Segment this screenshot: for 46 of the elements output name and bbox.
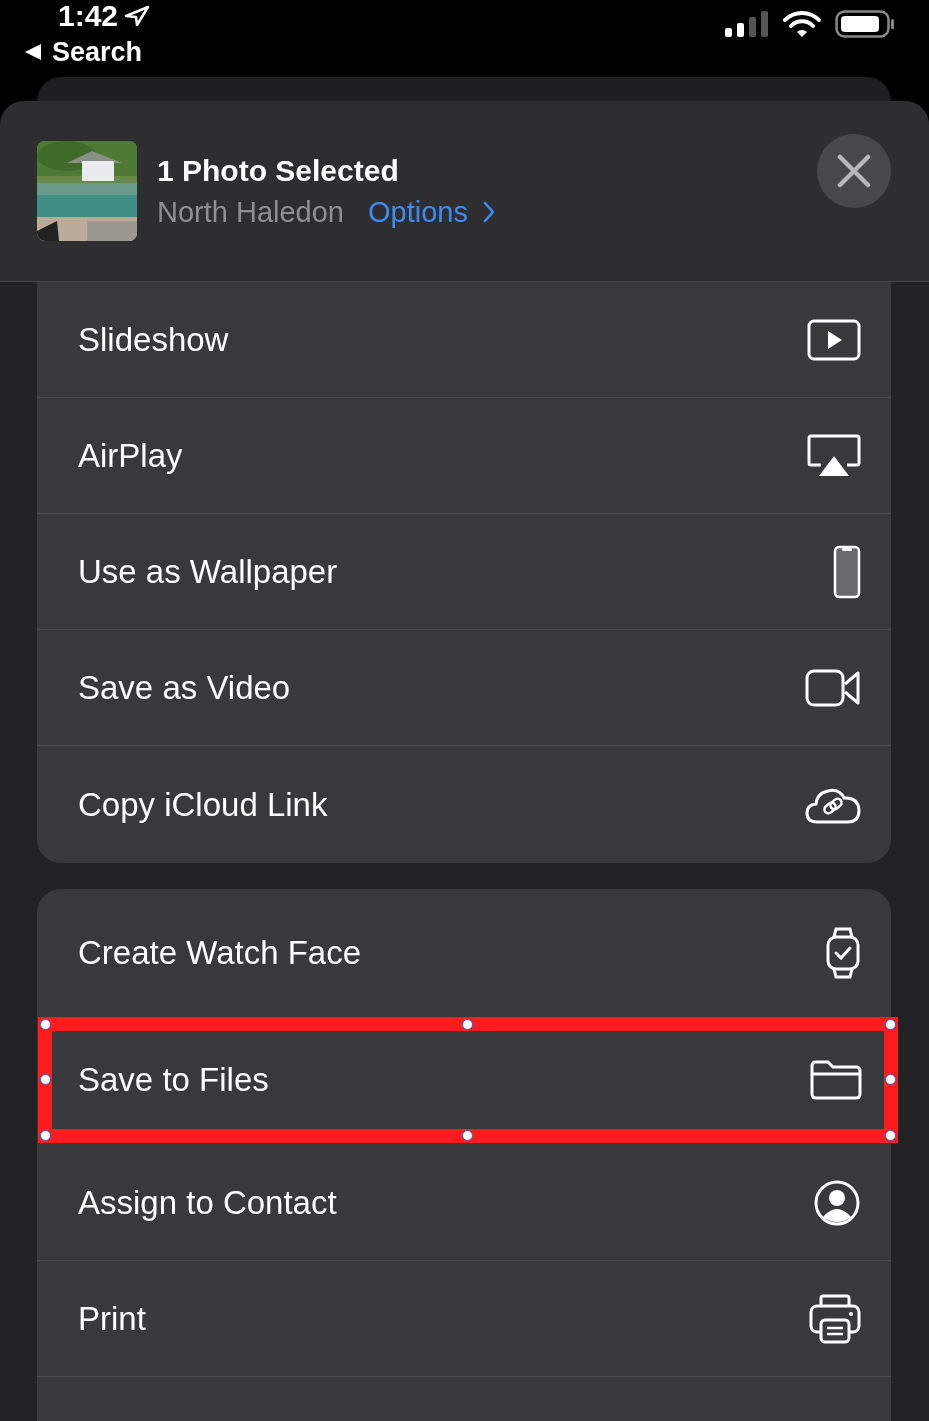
location-arrow-icon (124, 6, 151, 26)
play-icon (807, 318, 861, 361)
action-label: Slideshow (78, 320, 229, 359)
action-row[interactable]: Slideshow (37, 282, 891, 398)
selection-handle[interactable] (462, 1130, 473, 1141)
watch-icon (825, 927, 861, 979)
selection-handle[interactable] (40, 1074, 51, 1085)
location-name: North Haledon (157, 195, 344, 229)
selection-handle[interactable] (885, 1130, 896, 1141)
action-label: Create Watch Face (78, 934, 362, 972)
selection-handle[interactable] (40, 1019, 51, 1030)
signal-icon (725, 11, 769, 37)
phone-icon (833, 544, 861, 599)
folder-icon (810, 1060, 862, 1100)
video-camera-icon (805, 668, 861, 707)
action-row[interactable]: Save to Files (38, 1017, 898, 1143)
options-link[interactable]: Options (368, 195, 496, 229)
selection-handle[interactable] (462, 1019, 473, 1030)
action-label: Save as Video (78, 668, 291, 707)
action-row[interactable]: AirPlay (37, 398, 891, 514)
chevron-icon (481, 200, 496, 224)
person-circle-icon (813, 1178, 861, 1227)
selection-handle[interactable] (885, 1019, 896, 1030)
action-label: Copy iCloud Link (78, 785, 328, 824)
action-label: AirPlay (78, 436, 183, 475)
action-row[interactable]: Copy iCloud Link (37, 746, 891, 863)
battery-icon (835, 10, 895, 38)
back-triangle-icon (24, 43, 42, 61)
back-link[interactable]: Search (24, 34, 143, 70)
selection-handle[interactable] (40, 1130, 51, 1141)
wifi-icon (783, 10, 821, 38)
action-label: Print (78, 1299, 146, 1338)
status-time: 1:42 (58, 0, 119, 32)
close-icon (837, 154, 871, 188)
selection-handle[interactable] (885, 1074, 896, 1085)
airplay-icon (807, 433, 861, 478)
action-row[interactable]: Save as Video (37, 630, 891, 746)
printer-icon (809, 1293, 861, 1344)
action-label: Assign to Contact (78, 1183, 337, 1222)
action-row[interactable]: Create Watch Face (37, 889, 891, 1017)
action-row[interactable]: Use as Wallpaper (37, 514, 891, 630)
action-label: Use as Wallpaper (78, 552, 338, 591)
action-label: Save to Files (78, 1061, 269, 1099)
action-row[interactable]: Print (37, 1261, 891, 1377)
action-row[interactable]: Assign to Contact (37, 1145, 891, 1261)
sheet-title: 1 Photo Selected (157, 153, 400, 188)
